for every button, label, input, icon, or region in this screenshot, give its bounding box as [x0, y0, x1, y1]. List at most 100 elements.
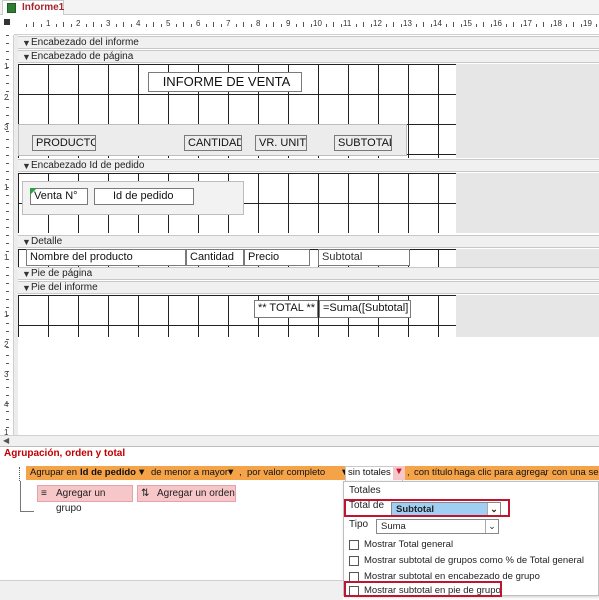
ruler-tick [6, 323, 9, 324]
ruler-tick [475, 24, 477, 27]
ruler-tick [123, 22, 124, 27]
group-interval-dropdown[interactable]: por valor completo [247, 467, 325, 478]
add-group-button[interactable]: ≡ Agregar un grupo [37, 485, 133, 514]
ruler-tick [6, 195, 9, 196]
ruler-number: 1 [4, 253, 9, 262]
precio-textbox[interactable]: Precio [244, 249, 310, 266]
report-icon [7, 3, 16, 13]
title-option: con título [414, 467, 453, 478]
tab-label: Informe1 [22, 2, 65, 13]
ruler-tick [6, 131, 9, 132]
add-group-icon: ≡ [41, 488, 47, 499]
ruler-tick [115, 24, 117, 27]
show-grand-total-checkbox[interactable] [349, 540, 359, 550]
section-bar-report-header[interactable]: ▼ Encabezado del informe [18, 36, 599, 49]
ruler-tick [70, 24, 72, 27]
ruler-tick [505, 24, 507, 27]
ruler-number: 7 [226, 19, 231, 28]
producto-header-label[interactable]: PRODUCTO [32, 135, 96, 151]
ruler-tick [393, 22, 394, 27]
chevron-down-icon[interactable]: ▼ [226, 467, 235, 478]
venta-no-label[interactable]: Venta N° [30, 188, 88, 205]
ruler-tick [6, 283, 9, 284]
add-sort-button[interactable]: ⇅ Agregar un orden [137, 485, 236, 502]
section-bar-page-footer[interactable]: ▼ Pie de página [18, 267, 599, 280]
total-label[interactable]: ** TOTAL ** [254, 300, 318, 318]
ruler-tick [6, 259, 9, 260]
group-field-dropdown[interactable]: Id de pedido [80, 467, 136, 478]
ruler-tick [6, 203, 9, 204]
separator: , [407, 467, 410, 478]
ruler-tick [6, 155, 9, 156]
ruler-number: 2 [76, 19, 81, 28]
total-expression-textbox[interactable]: =Suma([Subtotal] [319, 300, 411, 318]
section-bar-detail[interactable]: ▼ Detalle [18, 235, 599, 248]
subtotal-textbox[interactable]: Subtotal [318, 249, 410, 266]
ruler-number: 2 [4, 93, 9, 102]
separator: , [239, 467, 242, 478]
ruler-tick [333, 22, 334, 27]
design-empty-area [18, 337, 599, 435]
ruler-tick [6, 227, 9, 228]
nombre-producto-textbox[interactable]: Nombre del producto [26, 249, 186, 266]
click-to-add-link[interactable]: haga clic para agregar [454, 467, 549, 478]
ruler-tick [6, 291, 9, 292]
subtotal-header-label[interactable]: SUBTOTAL [334, 135, 392, 151]
ruler-corner[interactable] [0, 15, 14, 35]
type-combo[interactable]: Suma ⌄ [376, 519, 499, 534]
ruler-number: 11 [343, 19, 352, 28]
chevron-down-icon[interactable]: ▼ [137, 467, 146, 478]
section-label: Encabezado del informe [31, 37, 139, 48]
sort-order-dropdown[interactable]: de menor a mayor [151, 467, 228, 478]
ruler-tick [153, 22, 154, 27]
section-bar-group-header[interactable]: ▼ Encabezado Id de pedido [18, 159, 599, 172]
chevron-down-icon[interactable]: ⌄ [485, 520, 498, 533]
cantidad-textbox[interactable]: Cantidad [186, 249, 244, 266]
ruler-tick [6, 35, 9, 36]
ruler-number: 16 [493, 19, 502, 28]
section-bar-page-header[interactable]: ▼ Encabezado de página [18, 50, 599, 63]
ruler-number: 9 [286, 19, 291, 28]
ruler-number: 5 [166, 19, 171, 28]
scroll-left-icon[interactable]: ◀ [3, 436, 9, 445]
group-row-handle[interactable] [19, 467, 22, 481]
ruler-tick [6, 243, 9, 244]
cantidad-header-label[interactable]: CANTIDAD [184, 135, 242, 151]
horizontal-ruler: 1 2 3 4 5 6 7 8 9 10 11 12 13 14 15 16 17 18 19 [14, 15, 599, 35]
ruler-tick [220, 24, 222, 27]
report-title-label[interactable]: INFORME DE VENTA [148, 72, 302, 92]
ruler-tick [483, 22, 484, 27]
section-label: Pie del informe [31, 282, 98, 293]
ruler-tick [6, 331, 9, 332]
page-header-outside [456, 64, 599, 158]
id-pedido-textbox[interactable]: Id de pedido [94, 188, 194, 205]
ruler-number: 1 [46, 19, 51, 28]
add-sort-label: Agregar un orden [157, 488, 235, 499]
vr-unit-header-label[interactable]: VR. UNIT. [255, 135, 307, 151]
horizontal-scrollbar[interactable]: ◀ [0, 435, 599, 446]
ruler-tick [93, 22, 94, 27]
ruler-tick [235, 24, 237, 27]
section-bar-report-footer[interactable]: ▼ Pie del informe [18, 281, 599, 294]
ruler-tick [6, 355, 9, 356]
ruler-tick [6, 67, 9, 68]
group-row-id-pedido[interactable]: Agrupar en Id de pedido ▼ de menor a may… [26, 466, 599, 482]
totals-dropdown[interactable]: sin totales [348, 467, 391, 478]
ruler-tick [6, 171, 9, 172]
ruler-tick [6, 43, 9, 44]
show-percent-checkbox[interactable] [349, 556, 359, 566]
ruler-number: 12 [373, 19, 382, 28]
ruler-tick [460, 24, 462, 27]
ruler-tick [6, 59, 9, 60]
tab-informe1[interactable]: Informe1 [2, 0, 64, 15]
ruler-tick [6, 115, 9, 116]
ruler-tick [6, 219, 9, 220]
ruler-tick [415, 24, 417, 27]
document-tab-strip [0, 0, 599, 15]
ruler-tick [100, 24, 102, 27]
ruler-tick [6, 411, 9, 412]
grouping-pane-bottom [0, 580, 343, 600]
header-section-dropdown[interactable]: con una sec [552, 467, 599, 478]
ruler-tick [340, 24, 342, 27]
chevron-down-icon[interactable]: ▼ [393, 466, 405, 480]
